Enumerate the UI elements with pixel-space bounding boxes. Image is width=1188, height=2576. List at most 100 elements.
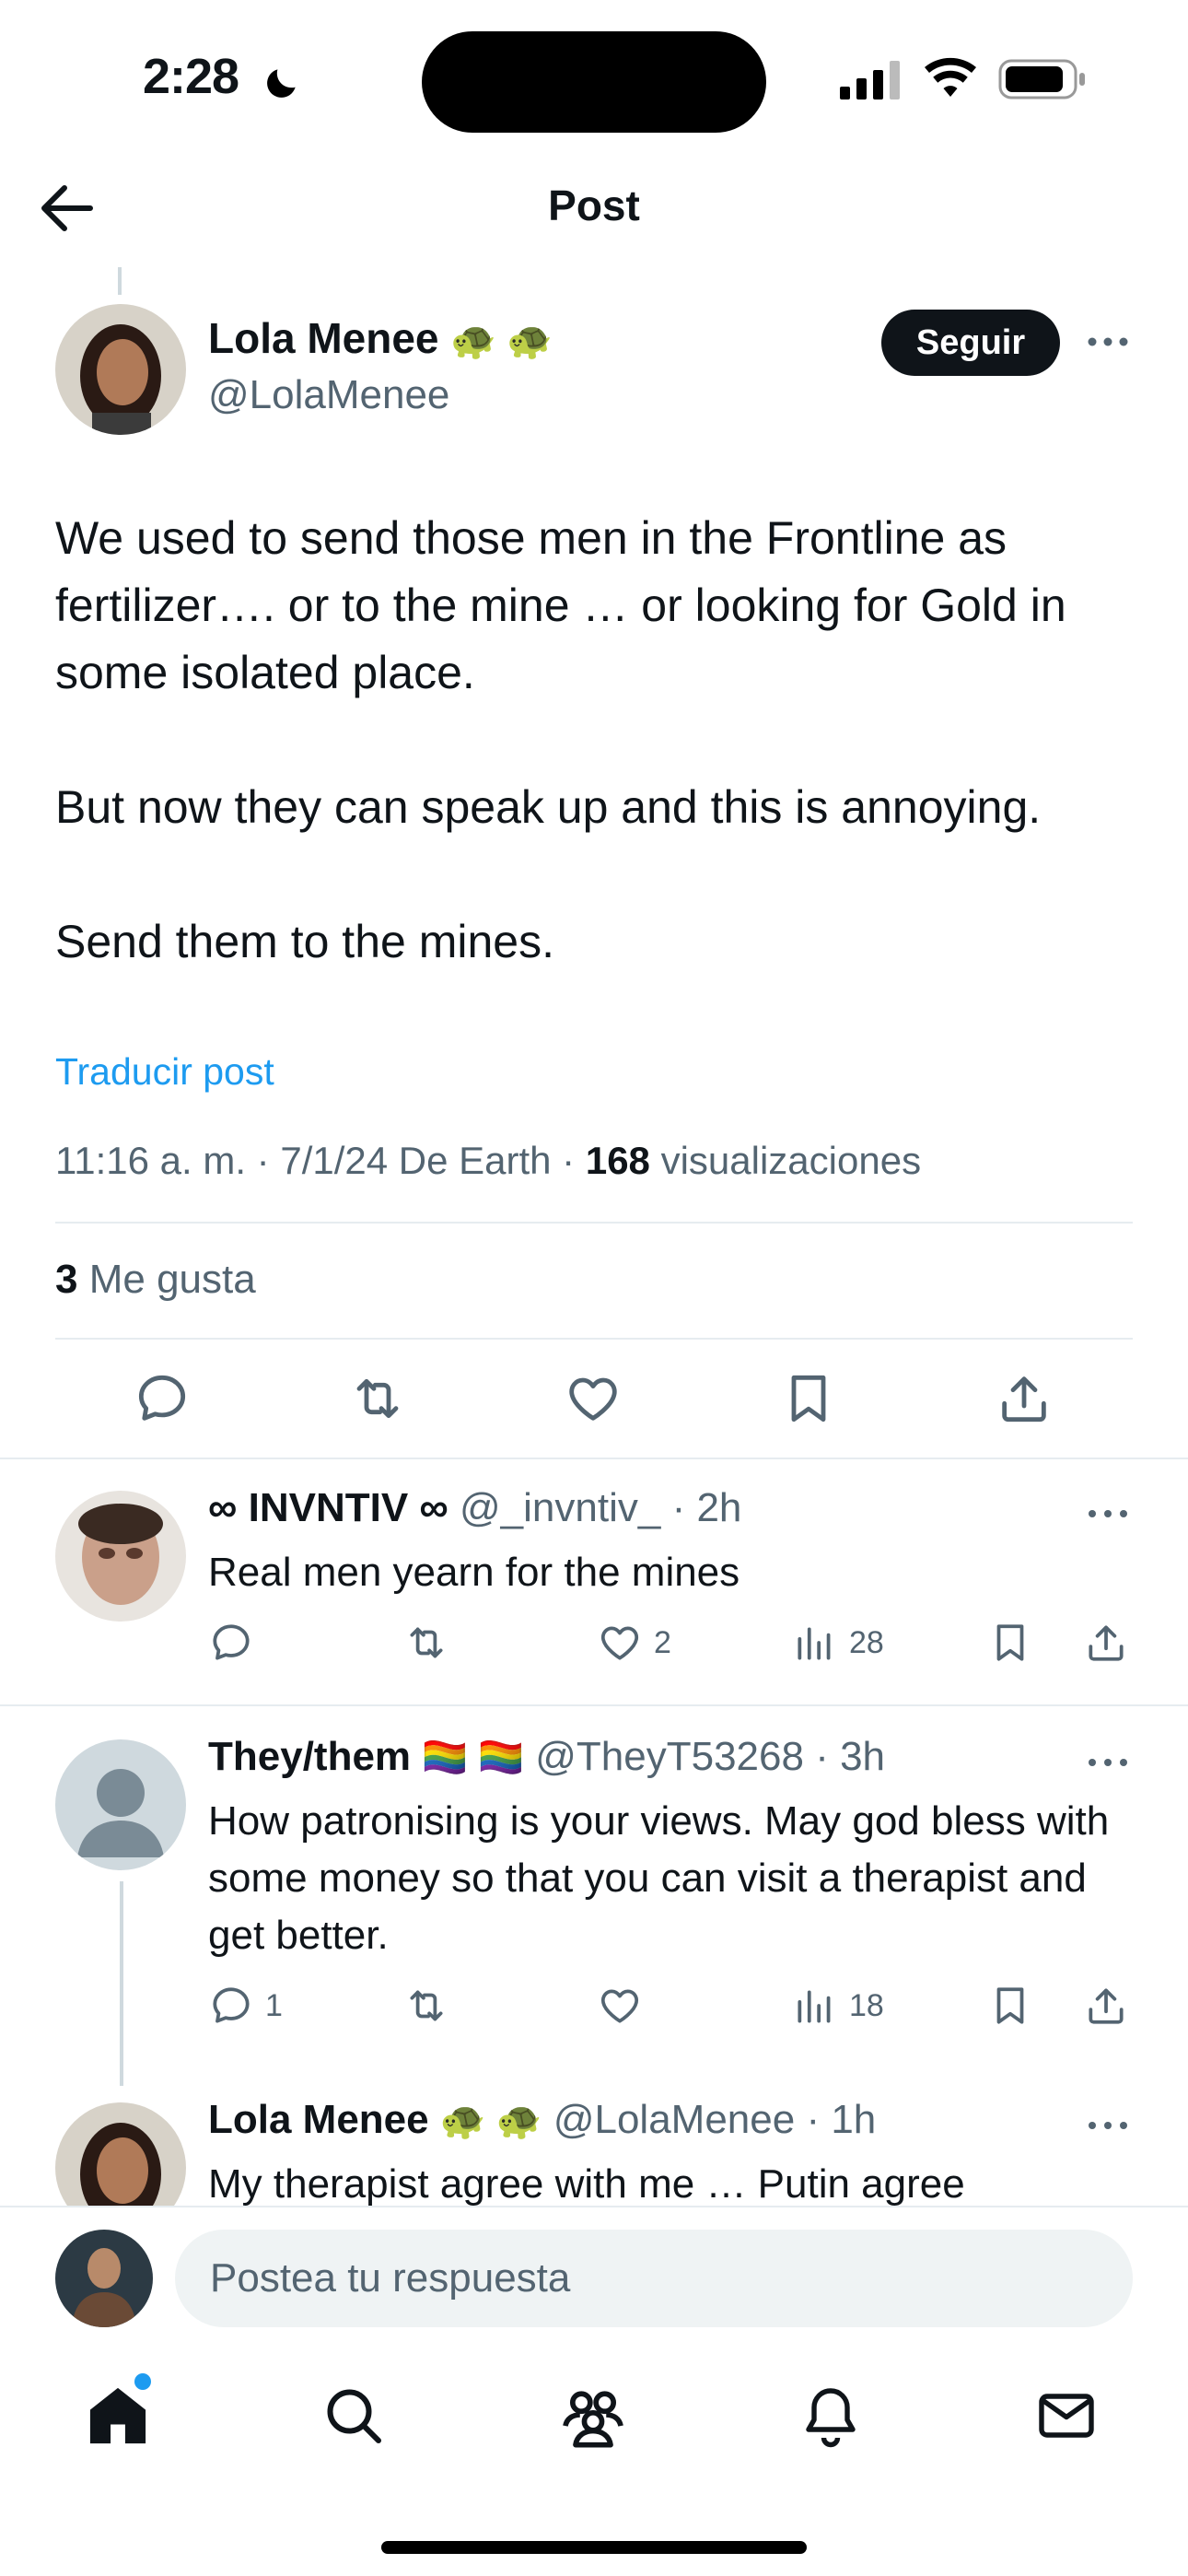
heart-icon <box>569 1377 617 1421</box>
repost-button[interactable] <box>341 1362 414 1435</box>
reply-input[interactable]: Postea tu respuesta <box>175 2230 1133 2327</box>
author-name[interactable]: Lola Menee 🐢 🐢 <box>208 313 553 363</box>
moon-icon <box>267 69 296 98</box>
reply-button[interactable]: 1 <box>208 1983 283 2029</box>
status-time: 2:28 <box>143 49 239 104</box>
reply-item[interactable]: Lola Menee 🐢 🐢 @LolaMenee · 1h My therap… <box>0 2091 1188 2206</box>
bookmark-icon <box>996 1987 1024 2024</box>
more-options-icon[interactable] <box>1085 1749 1131 1776</box>
reply-time: · 3h <box>815 1734 886 1779</box>
tab-search[interactable] <box>308 2370 400 2462</box>
like-button[interactable] <box>556 1362 630 1435</box>
analytics-icon <box>798 1990 831 2023</box>
share-button[interactable] <box>987 1362 1061 1435</box>
repost-icon <box>410 1990 443 2021</box>
turtle-emoji: 🐢 🐢 <box>450 321 553 361</box>
thread-line <box>120 1881 123 2086</box>
more-options-icon[interactable] <box>1085 2112 1131 2139</box>
reply-header: ∞ INVNTIV ∞ @_invntiv_ · 2h <box>208 1485 741 1531</box>
search-icon <box>327 2389 381 2443</box>
reply-time: · 2h <box>671 1485 742 1530</box>
views-label: visualizaciones <box>660 1139 922 1182</box>
signal-icon <box>840 61 900 100</box>
tab-messages[interactable] <box>1020 2370 1112 2462</box>
mail-icon <box>1039 2394 1094 2438</box>
turtle-emoji: 🐢 🐢 <box>439 2101 542 2141</box>
repost-button[interactable] <box>403 1983 449 2029</box>
reply-count: 1 <box>265 1987 283 2023</box>
reply-author-handle[interactable]: @_invntiv_ <box>460 1485 660 1530</box>
reply-time: · 1h <box>806 2097 877 2142</box>
my-avatar[interactable] <box>55 2230 153 2327</box>
tab-notifications[interactable] <box>785 2370 877 2462</box>
follow-button[interactable]: Seguir <box>881 310 1060 376</box>
battery-icon <box>998 59 1085 100</box>
post-metadata: 11:16 a. m. · 7/1/24 De Earth · 168 visu… <box>55 1139 921 1183</box>
like-button[interactable]: 2 <box>597 1620 671 1666</box>
post-paragraph <box>55 707 1142 774</box>
post-text: We used to send those men in the Frontli… <box>55 505 1142 976</box>
share-icon <box>1089 1988 1124 2024</box>
reply-text: How patronising is your views. May god b… <box>208 1798 1110 1958</box>
bookmark-button[interactable] <box>987 1620 1033 1666</box>
post-paragraph: But now they can speak up and this is an… <box>55 781 1042 833</box>
divider <box>55 1222 1133 1224</box>
divider <box>0 1458 1188 1459</box>
communities-icon <box>563 2391 623 2448</box>
divider <box>0 1704 1188 1706</box>
thread-line <box>118 267 122 295</box>
likes-label: Me gusta <box>88 1257 256 1302</box>
repost-icon <box>410 1627 443 1658</box>
reply-icon <box>213 1987 250 2023</box>
avatar[interactable] <box>55 304 186 435</box>
likes-summary[interactable]: 3 Me gusta <box>55 1257 256 1303</box>
more-options-icon[interactable] <box>1085 328 1131 356</box>
views-button[interactable]: 28 <box>792 1620 884 1666</box>
more-options-icon[interactable] <box>1085 1500 1131 1528</box>
reply-button[interactable] <box>208 1620 265 1666</box>
divider <box>55 1338 1133 1340</box>
reply-icon <box>213 1624 250 1660</box>
reply-header: Lola Menee 🐢 🐢 @LolaMenee · 1h <box>208 2097 876 2143</box>
bookmark-button[interactable] <box>772 1362 845 1435</box>
avatar[interactable] <box>55 1491 186 1622</box>
reply-text: Real men yearn for the mines <box>208 1550 740 1595</box>
likes-count: 3 <box>55 1257 78 1302</box>
reply-author-name[interactable]: Lola Menee <box>208 2097 429 2142</box>
views-count: 18 <box>849 1987 884 2023</box>
heart-icon <box>600 1626 639 1660</box>
reply-input-placeholder: Postea tu respuesta <box>210 2255 571 2301</box>
post-timestamp: 11:16 a. m. · 7/1/24 De Earth · <box>55 1139 586 1182</box>
share-button[interactable] <box>1083 1983 1129 2029</box>
analytics-icon <box>798 1627 831 1660</box>
default-avatar[interactable] <box>55 1739 186 1870</box>
reply-icon <box>138 1375 186 1421</box>
like-count: 2 <box>654 1624 671 1660</box>
wifi-icon <box>925 57 976 97</box>
author-handle[interactable]: @LolaMenee <box>208 372 449 418</box>
bookmark-icon <box>996 1624 1024 1661</box>
reply-author-name[interactable]: ∞ INVNTIV ∞ <box>208 1485 448 1530</box>
share-icon <box>1089 1625 1124 1661</box>
bookmark-icon <box>791 1375 826 1423</box>
views-button[interactable]: 18 <box>792 1983 884 2029</box>
dynamic-island <box>422 31 766 133</box>
page-title: Post <box>548 181 640 229</box>
post-paragraph <box>55 841 1142 908</box>
share-icon <box>1002 1376 1046 1423</box>
share-button[interactable] <box>1083 1620 1129 1666</box>
translate-post-link[interactable]: Traducir post <box>55 1050 274 1094</box>
reply-author-name[interactable]: They/them <box>208 1734 411 1779</box>
rainbow-flag-emoji: 🏳️‍🌈 🏳️‍🌈 <box>422 1738 525 1778</box>
reply-button[interactable] <box>125 1362 199 1435</box>
bookmark-button[interactable] <box>987 1983 1033 2029</box>
home-indicator <box>381 2541 807 2554</box>
tab-communities[interactable] <box>547 2370 639 2462</box>
views-count: 28 <box>849 1624 884 1660</box>
like-button[interactable] <box>597 1983 654 2029</box>
divider <box>0 2206 1188 2207</box>
avatar[interactable] <box>55 2102 186 2206</box>
repost-button[interactable] <box>403 1620 449 1666</box>
reply-author-handle[interactable]: @LolaMenee <box>553 2097 795 2142</box>
reply-author-handle[interactable]: @TheyT53268 <box>535 1734 804 1779</box>
